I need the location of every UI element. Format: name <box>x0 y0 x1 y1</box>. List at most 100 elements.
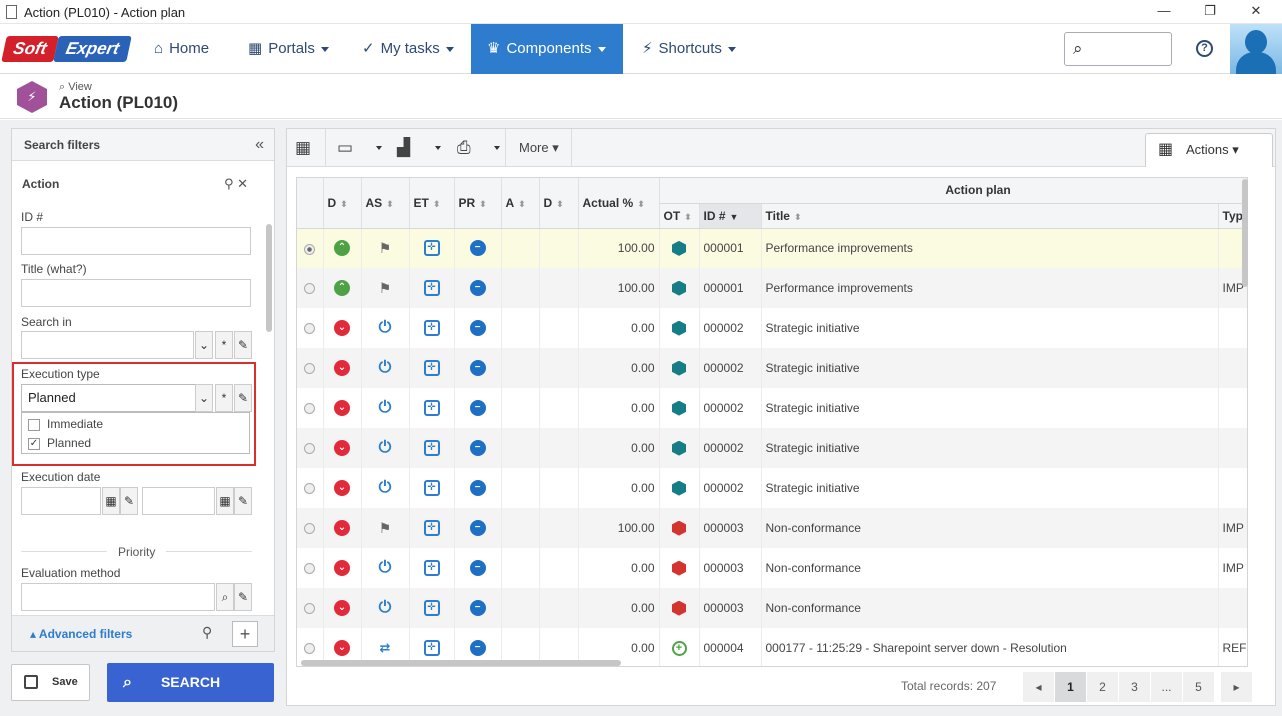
row-select-radio[interactable] <box>304 603 316 615</box>
pager-page-2[interactable]: 2 <box>1087 672 1119 702</box>
title-input[interactable] <box>21 279 251 307</box>
brush-icon[interactable]: ✎ <box>234 487 252 515</box>
execution-date-to-input[interactable] <box>142 487 215 515</box>
pager-next-button[interactable]: ▸ <box>1221 672 1253 702</box>
row-select-radio[interactable] <box>304 563 316 575</box>
table-row[interactable]: ⌄ ⏻ ✛ − 0.00 000003 Non-conformance <box>297 588 1247 628</box>
chevron-down-icon[interactable] <box>376 146 382 150</box>
option-planned[interactable]: ✓ Planned <box>28 436 91 450</box>
pager-page-3[interactable]: 3 <box>1119 672 1151 702</box>
nav-home[interactable]: ⌂ Home <box>142 24 221 74</box>
brush-icon[interactable]: ✎ <box>234 331 252 359</box>
nav-my-tasks[interactable]: ✓ My tasks <box>350 24 466 74</box>
column-header-a[interactable]: A ⬍ <box>501 178 540 229</box>
grid-view-icon[interactable]: ▦ <box>295 129 311 167</box>
nav-portals[interactable]: ▦ Portals <box>236 24 341 74</box>
restore-button[interactable]: ❐ <box>1200 2 1220 20</box>
column-header-as[interactable]: AS ⬍ <box>361 178 410 229</box>
more-menu[interactable]: More ▾ <box>519 129 559 167</box>
column-header-et[interactable]: ET ⬍ <box>409 178 455 229</box>
row-select-radio[interactable] <box>304 243 316 255</box>
filters-scrollbar[interactable] <box>266 224 272 332</box>
row-select-radio[interactable] <box>304 483 316 495</box>
filters-section-title: Action <box>22 177 60 191</box>
table-row[interactable]: ⌃ ⚑ ✛ − 100.00 000001 Performance improvements… <box>297 268 1247 308</box>
nav-shortcuts[interactable]: ⚡ Shortcuts <box>630 24 748 74</box>
column-header-id[interactable]: ID # ▼ <box>699 203 762 229</box>
title-cell: 000177 - 11:25:29 - Sharepoint server do… <box>761 628 1219 666</box>
global-search-input[interactable]: ⌕ <box>1064 32 1172 66</box>
checkbox-checked-icon[interactable]: ✓ <box>28 437 40 450</box>
column-header-ot[interactable]: OT ⬍ <box>659 203 700 229</box>
table-vertical-scrollbar[interactable] <box>1242 179 1248 287</box>
search-button[interactable]: ⌕ SEARCH <box>107 663 274 702</box>
chevron-down-icon[interactable]: ⌄ <box>195 331 213 359</box>
chart-icon[interactable]: ▟ <box>397 129 410 167</box>
column-header-actual[interactable]: Actual % ⬍ <box>578 178 660 229</box>
table-row[interactable]: ⌄ ⚑ ✛ − 100.00 000003 Non-conformance IMP <box>297 508 1247 548</box>
clear-section-icon[interactable]: ⚲ ✕ <box>224 176 248 192</box>
table-row[interactable]: ⌄ ⏻ ✛ − 0.00 000002 Strategic initiative <box>297 308 1247 348</box>
execution-type-select[interactable]: Planned <box>21 384 213 412</box>
status-down-icon: ⌄ <box>334 520 350 536</box>
softexpert-logo[interactable]: Soft Expert <box>1 36 132 62</box>
column-header-title[interactable]: Title ⬍ <box>761 203 1219 229</box>
table-row[interactable]: ⌄ ⏻ ✛ − 0.00 000003 Non-conformance IMP <box>297 548 1247 588</box>
row-select-radio[interactable] <box>304 443 316 455</box>
pager-page-1[interactable]: 1 <box>1055 672 1087 702</box>
grid-toolbar: ▦ ▭ ▟ ⎙ More ▾ ▦ Actions ▾ <box>287 129 1275 167</box>
nav-components[interactable]: ♛ Components <box>471 24 623 74</box>
row-select-radio[interactable] <box>304 323 316 335</box>
table-row[interactable]: ⌄ ⏻ ✛ − 0.00 000002 Strategic initiative <box>297 468 1247 508</box>
calendar-icon[interactable]: ▦ <box>216 487 234 515</box>
brush-icon[interactable]: ✎ <box>120 487 138 515</box>
calendar-icon[interactable]: ▦ <box>102 487 120 515</box>
user-avatar[interactable] <box>1230 24 1282 74</box>
search-icon[interactable]: ⌕ <box>216 583 234 611</box>
collapse-panel-icon[interactable]: « <box>255 137 264 153</box>
help-icon[interactable]: ? <box>1196 40 1213 57</box>
asterisk-icon[interactable]: * <box>215 331 233 359</box>
table-row[interactable]: ⌃ ⚑ ✛ − 100.00 000001 Performance improvements <box>297 228 1247 268</box>
execution-date-from-input[interactable] <box>21 487 101 515</box>
evaluation-method-input[interactable] <box>21 583 215 611</box>
column-header-d2[interactable]: D ⬍ <box>539 178 579 229</box>
row-select-radio[interactable] <box>304 523 316 535</box>
type-cell <box>1218 468 1247 508</box>
view-eye-icon[interactable]: ▭ <box>337 129 353 167</box>
pager-prev-button[interactable]: ◂ <box>1023 672 1055 702</box>
print-icon[interactable]: ⎙ <box>457 129 471 167</box>
checkbox-unchecked-icon[interactable] <box>28 418 40 431</box>
add-filter-button[interactable]: + <box>232 621 258 647</box>
avatar-body-shape <box>1236 52 1276 74</box>
close-window-button[interactable]: ✕ <box>1246 2 1266 20</box>
row-select-radio[interactable] <box>304 403 316 415</box>
pager-page-5[interactable]: 5 <box>1183 672 1215 702</box>
brush-icon[interactable]: ✎ <box>234 384 252 412</box>
id-cell: 000002 <box>699 308 762 348</box>
row-select-radio[interactable] <box>304 283 316 295</box>
column-header-d[interactable]: D ⬍ <box>323 178 362 229</box>
table-row[interactable]: ⌄ ⏻ ✛ − 0.00 000002 Strategic initiative <box>297 348 1247 388</box>
table-horizontal-scrollbar[interactable] <box>301 660 621 666</box>
table-row[interactable]: ⌄ ⏻ ✛ − 0.00 000002 Strategic initiative <box>297 428 1247 468</box>
id-input[interactable] <box>21 227 251 255</box>
option-immediate[interactable]: Immediate <box>28 417 103 431</box>
chevron-down-icon[interactable]: ⌄ <box>195 384 213 412</box>
actual-percent-cell: 0.00 <box>578 388 660 428</box>
asterisk-icon[interactable]: * <box>215 384 233 412</box>
clear-filters-icon[interactable]: ⚲ <box>202 624 212 641</box>
chevron-down-icon[interactable] <box>435 146 441 150</box>
brush-icon[interactable]: ✎ <box>234 583 252 611</box>
chevron-down-icon[interactable] <box>494 146 500 150</box>
actions-tab[interactable]: ▦ Actions ▾ <box>1145 133 1273 167</box>
column-header-pr[interactable]: PR ⬍ <box>454 178 502 229</box>
chevron-down-icon <box>727 46 736 52</box>
row-select-radio[interactable] <box>304 643 316 655</box>
row-select-radio[interactable] <box>304 363 316 375</box>
advanced-filters-link[interactable]: ▴ Advanced filters <box>30 627 132 641</box>
save-button[interactable]: Save <box>11 664 90 701</box>
search-in-select[interactable] <box>21 331 194 359</box>
table-row[interactable]: ⌄ ⏻ ✛ − 0.00 000002 Strategic initiative <box>297 388 1247 428</box>
minimize-button[interactable]: — <box>1154 2 1174 20</box>
